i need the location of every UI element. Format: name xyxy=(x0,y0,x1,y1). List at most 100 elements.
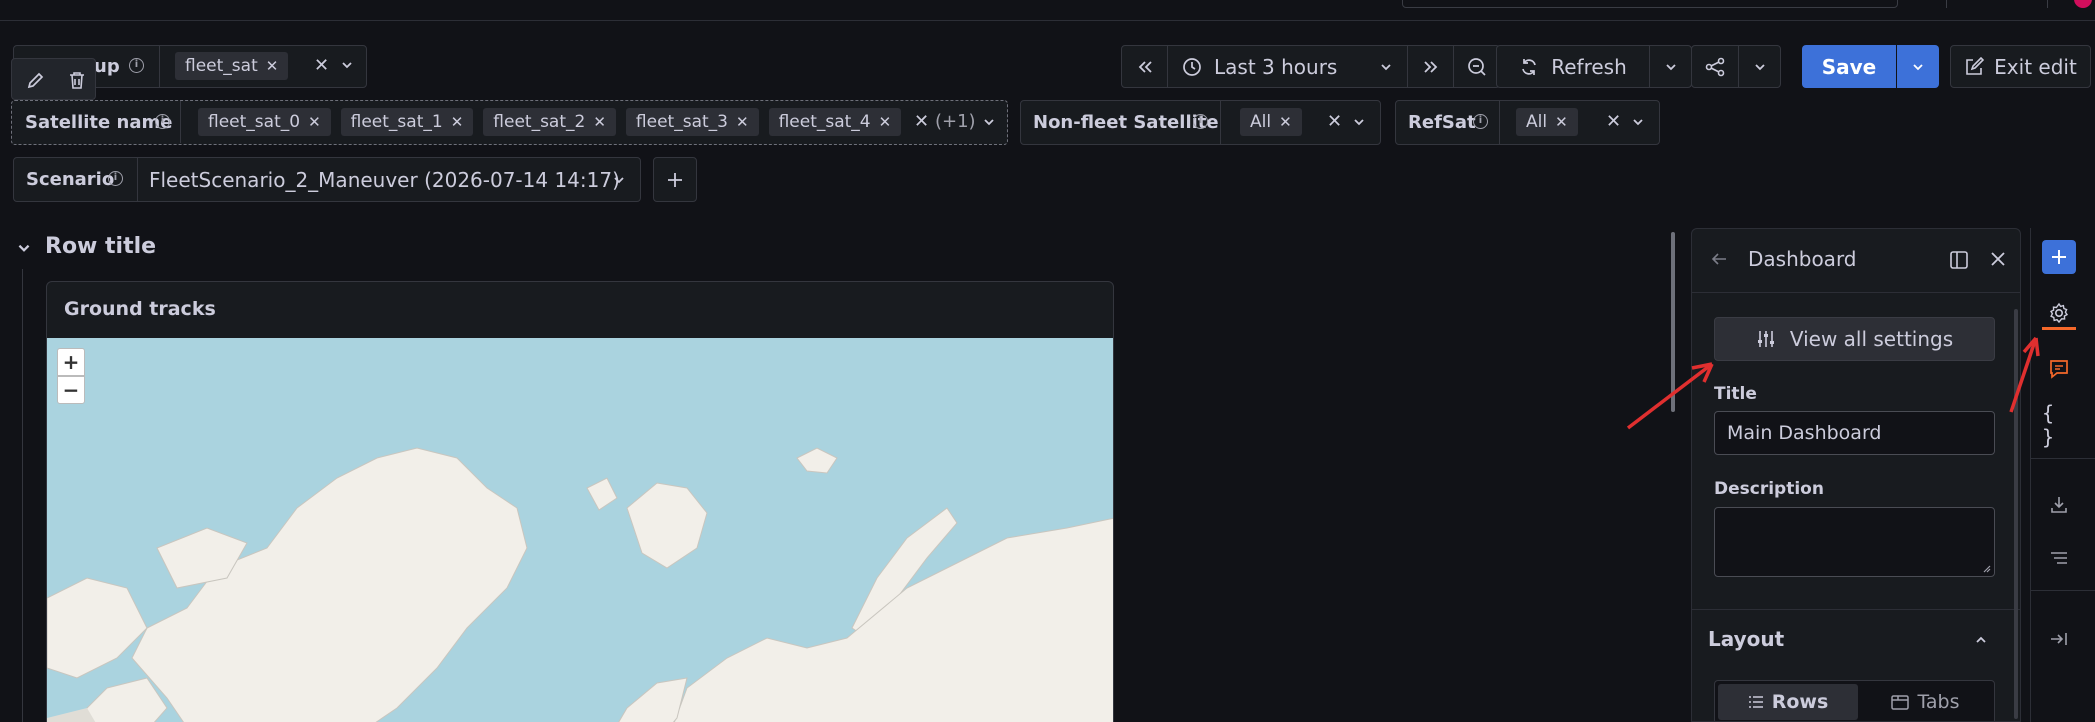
close-icon[interactable]: ✕ xyxy=(1555,113,1568,131)
back-arrow-icon[interactable] xyxy=(1710,251,1728,267)
clear-icon[interactable]: ✕ xyxy=(1606,111,1621,132)
time-back-button[interactable] xyxy=(1121,45,1168,88)
variable-chip[interactable]: fleet_sat_4 ✕ xyxy=(768,108,902,136)
trash-icon[interactable] xyxy=(68,70,86,90)
close-icon[interactable]: ✕ xyxy=(451,113,464,131)
layout-tabs-option[interactable]: Tabs xyxy=(1858,684,1993,720)
close-icon[interactable] xyxy=(1989,250,2007,268)
info-icon: i xyxy=(1193,114,1208,129)
divider xyxy=(180,101,181,143)
tabs-icon xyxy=(1891,695,1910,710)
add-button[interactable] xyxy=(2042,240,2076,274)
plus-icon xyxy=(2052,250,2066,264)
close-icon[interactable]: ✕ xyxy=(308,113,321,131)
chip-label: fleet_sat_1 xyxy=(350,112,443,132)
panel-title: Ground tracks xyxy=(64,298,216,320)
refresh-button[interactable]: Refresh xyxy=(1496,45,1650,88)
divider xyxy=(1692,609,2020,610)
add-variable-button[interactable] xyxy=(653,157,697,202)
resize-handle-icon[interactable] xyxy=(1981,563,1991,573)
rows-label: Rows xyxy=(1771,691,1829,713)
search-bar[interactable] xyxy=(1402,0,1898,8)
time-range-picker[interactable]: Last 3 hours xyxy=(1167,45,1408,88)
variable-chip[interactable]: fleet_sat_2 ✕ xyxy=(483,108,616,136)
zoom-out-time-button[interactable] xyxy=(1453,45,1500,88)
variable-satellite-name[interactable]: Satellite name i fleet_sat_0 ✕ fleet_sat_… xyxy=(11,100,1008,145)
gear-icon xyxy=(2050,302,2069,324)
description-textarea[interactable] xyxy=(1714,507,1995,577)
divider xyxy=(137,158,138,201)
clear-icon[interactable]: ✕ xyxy=(314,55,329,76)
map-tiles xyxy=(47,338,1113,722)
close-icon[interactable]: ✕ xyxy=(266,57,279,75)
save-label: Save xyxy=(1821,54,1877,79)
view-all-settings-button[interactable]: View all settings xyxy=(1714,317,1995,361)
pencil-icon[interactable] xyxy=(26,70,46,90)
exit-edit-label: Exit edit xyxy=(1994,54,2077,79)
clock-icon xyxy=(1183,57,1201,76)
close-icon[interactable]: ✕ xyxy=(879,113,892,131)
close-icon[interactable]: ✕ xyxy=(593,113,606,131)
variable-refsat: RefSat i All ✕ ✕ xyxy=(1395,100,1660,145)
time-range-label: Last 3 hours xyxy=(1214,54,1338,79)
plus-icon xyxy=(668,172,682,187)
chevron-down-icon[interactable] xyxy=(982,115,996,129)
scenario-select-value[interactable]: FleetScenario_2_Maneuver (2026-07-14 14:… xyxy=(149,168,620,192)
layout-rows-option[interactable]: Rows xyxy=(1718,684,1858,720)
chip-label: All xyxy=(1526,112,1548,132)
divider xyxy=(1692,292,2020,293)
chevron-down-icon[interactable] xyxy=(340,58,354,72)
outline-rail-button[interactable] xyxy=(2042,542,2076,576)
annotation-arrow-icon xyxy=(2009,336,2040,413)
exit-edit-button[interactable]: Exit edit xyxy=(1950,45,2091,88)
edit-overlay xyxy=(11,58,96,100)
chevron-down-icon xyxy=(1754,63,1765,70)
row-guide-line xyxy=(22,269,23,722)
comment-icon xyxy=(2050,360,2068,379)
title-input[interactable]: Main Dashboard xyxy=(1714,411,1995,455)
clear-icon[interactable]: ✕ xyxy=(914,111,929,132)
save-dropdown[interactable] xyxy=(1897,45,1939,88)
row-collapse-chevron-icon[interactable] xyxy=(16,240,32,256)
save-button[interactable]: Save xyxy=(1802,45,1896,88)
row-title[interactable]: Row title xyxy=(45,234,156,259)
view-all-settings-label: View all settings xyxy=(1789,327,1954,351)
chip-list: fleet_sat_0 ✕ fleet_sat_1 ✕ fleet_sat_2 ✕ f… xyxy=(198,108,902,136)
dock-icon[interactable] xyxy=(1949,250,1969,270)
share-dropdown[interactable] xyxy=(1738,45,1781,88)
share-icon xyxy=(1705,57,1725,76)
variable-chip[interactable]: All ✕ xyxy=(1240,108,1302,136)
clear-icon[interactable]: ✕ xyxy=(1327,111,1342,132)
annotation-arrow-icon xyxy=(1626,362,1714,430)
chevron-down-icon[interactable] xyxy=(1352,115,1366,129)
close-icon[interactable]: ✕ xyxy=(1279,113,1292,131)
layout-section-header[interactable]: Layout xyxy=(1708,627,1784,651)
outline-icon xyxy=(2051,552,2067,564)
variable-label: Scenario xyxy=(26,169,115,190)
collapse-rail-button[interactable] xyxy=(2042,622,2076,656)
variable-chip[interactable]: fleet_sat ✕ xyxy=(175,52,289,80)
avatar[interactable] xyxy=(2074,0,2092,8)
chevron-up-icon[interactable] xyxy=(1974,633,1988,647)
zoom-out-button[interactable]: − xyxy=(57,376,85,404)
ground-tracks-panel[interactable]: Ground tracks + − xyxy=(46,281,1114,722)
top-nav-bar xyxy=(0,0,2095,21)
variable-chip[interactable]: All ✕ xyxy=(1516,108,1578,136)
close-icon[interactable]: ✕ xyxy=(736,113,749,131)
variable-chip[interactable]: fleet_sat_0 ✕ xyxy=(198,108,331,136)
map-view[interactable]: + − xyxy=(47,338,1113,722)
time-forward-button[interactable] xyxy=(1407,45,1454,88)
chevron-down-icon[interactable] xyxy=(612,173,626,187)
chevron-down-icon xyxy=(1913,63,1923,70)
divider xyxy=(2047,0,2048,8)
chevron-down-icon[interactable] xyxy=(1631,115,1645,129)
variable-chip[interactable]: fleet_sat_1 ✕ xyxy=(340,108,474,136)
refresh-interval-dropdown[interactable] xyxy=(1649,45,1692,88)
edit-exit-icon xyxy=(1966,56,1985,75)
zoom-in-button[interactable]: + xyxy=(57,348,85,376)
info-icon: i xyxy=(108,171,123,186)
share-button[interactable] xyxy=(1691,45,1739,88)
import-rail-button[interactable] xyxy=(2042,488,2076,522)
chip-label: fleet_sat_4 xyxy=(778,112,871,132)
variable-chip[interactable]: fleet_sat_3 ✕ xyxy=(625,108,759,136)
